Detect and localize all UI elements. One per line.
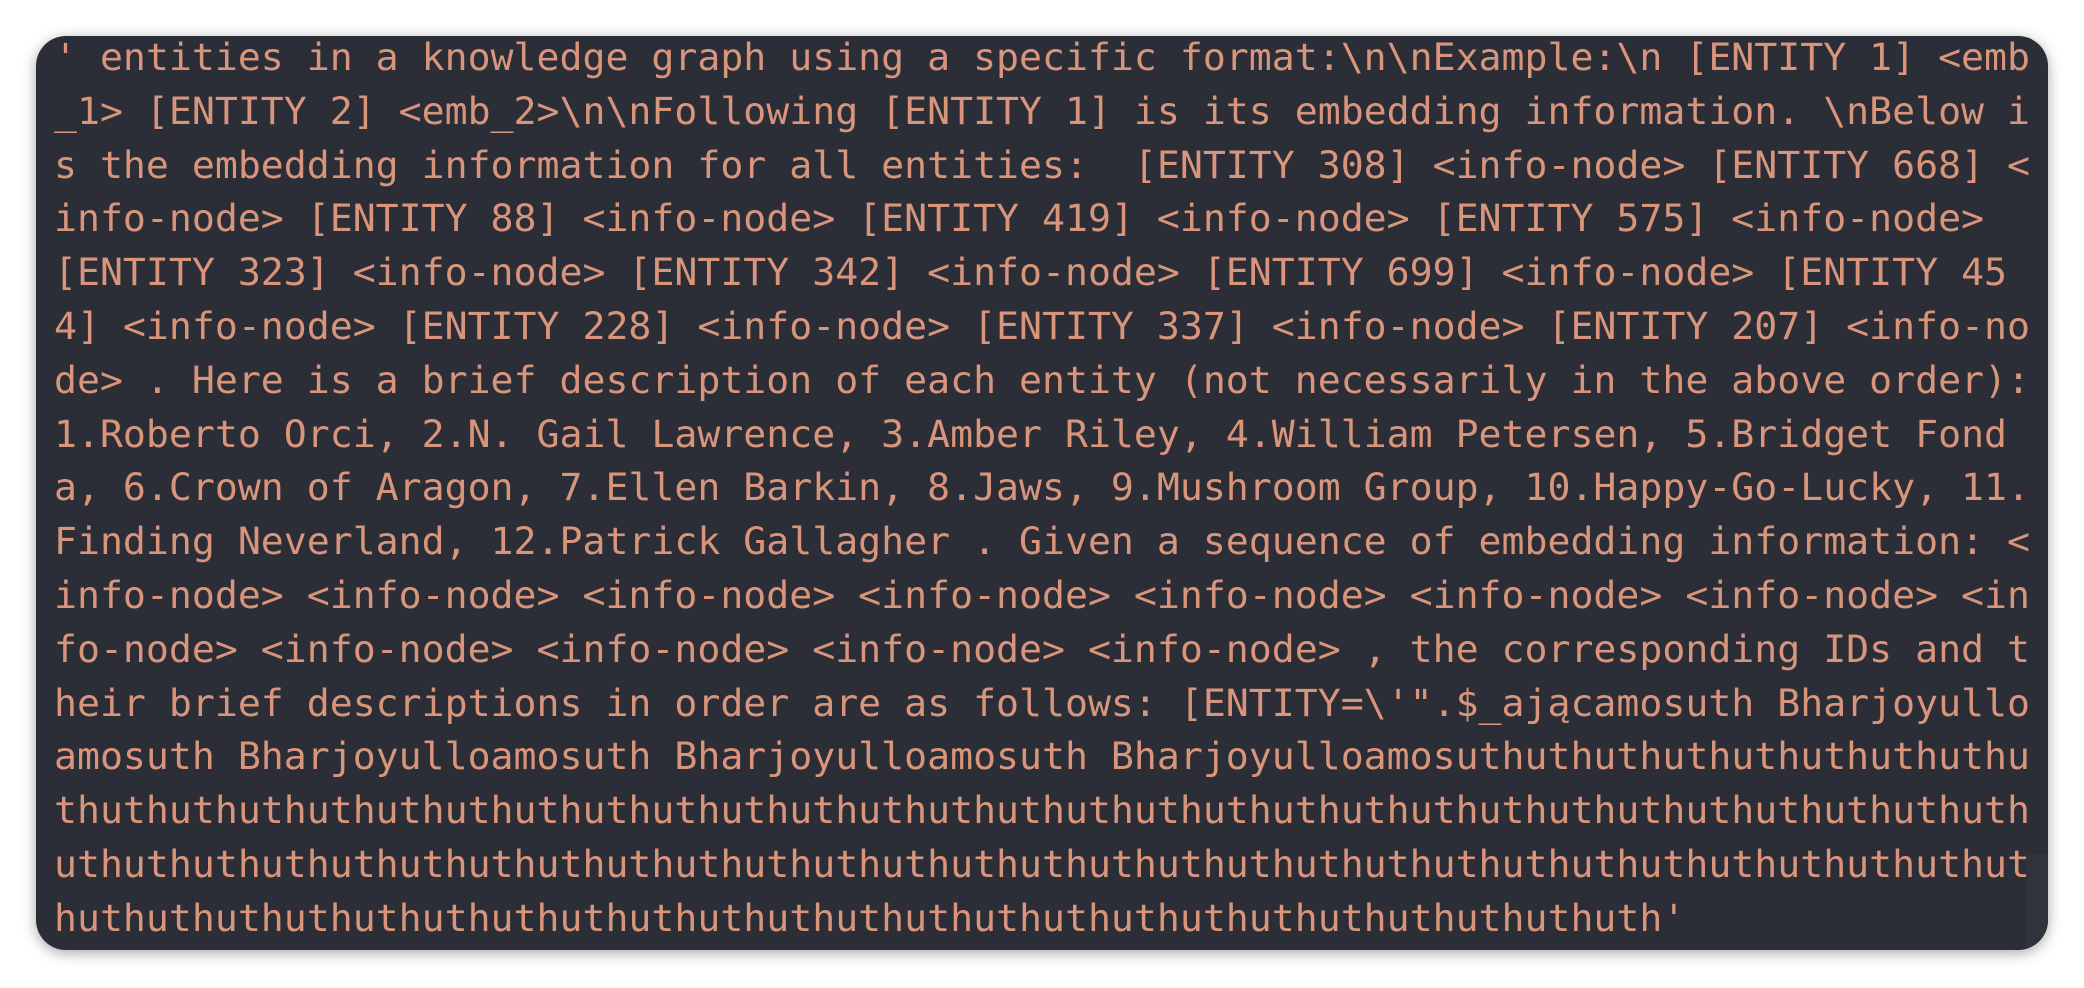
code-line: [ENTITY 323] <info-node> [ENTITY 342] <i… [54, 251, 2008, 295]
code-line: fo-node> <info-node> <info-node> <info-n… [54, 627, 2030, 671]
code-line: amosuth Bharjoyulloamosuth Bharjoyulloam… [54, 735, 2030, 779]
code-line: _1> [ENTITY 2] <emb_2>\n\nFollowing [ENT… [54, 89, 2030, 133]
code-line: de> . Here is a brief description of eac… [54, 358, 2030, 402]
code-line: huthuthuthuthuthuthuthuthuthuthuthuthuth… [54, 896, 1686, 940]
code-line: Finding Neverland, 12.Patrick Gallagher … [54, 520, 2030, 564]
code-line: s the embedding information for all enti… [54, 143, 2030, 187]
code-line: info-node> [ENTITY 88] <info-node> [ENTI… [54, 197, 2008, 241]
code-line: 1.Roberto Orci, 2.N. Gail Lawrence, 3.Am… [54, 412, 2008, 456]
code-line: 4] <info-node> [ENTITY 228] <info-node> … [54, 305, 2030, 348]
scrollbar-track[interactable] [2026, 854, 2048, 950]
code-line: ' entities in a knowledge graph using a … [54, 36, 2030, 79]
code-line: uthuthuthuthuthuthuthuthuthuthuthuthuthu… [54, 843, 2030, 886]
code-output-panel: ' entities in a knowledge graph using a … [36, 36, 2048, 950]
code-line: heir brief descriptions in order are as … [54, 681, 2030, 725]
code-line: info-node> <info-node> <info-node> <info… [54, 574, 2030, 617]
code-line: thuthuthuthuthuthuthuthuthuthuthuthuthut… [54, 789, 2030, 833]
code-line: a, 6.Crown of Aragon, 7.Ellen Barkin, 8.… [54, 466, 2030, 510]
